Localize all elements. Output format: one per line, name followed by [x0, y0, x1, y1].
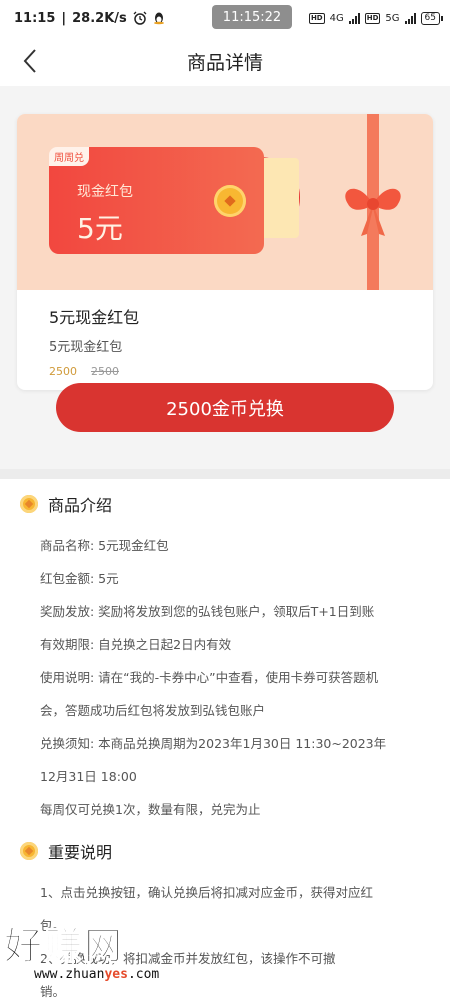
- intro-title: 商品介绍: [48, 496, 113, 515]
- product-subtitle: 5元现金红包: [49, 340, 123, 355]
- alarm-icon: [133, 11, 147, 25]
- status-right: HD 4G HD 5G 65: [308, 11, 444, 25]
- coin-bullet-icon: [20, 842, 38, 860]
- intro-line: 会，答题成功后红包将发放到弘钱包账户: [40, 703, 266, 718]
- battery-icon: 65: [420, 11, 444, 25]
- intro-line: 红包金额: 5元: [40, 571, 119, 586]
- notes-title: 重要说明: [48, 843, 113, 862]
- coin-bullet-icon: [20, 495, 38, 513]
- watermark-url-prefix: www.zhuan: [34, 967, 105, 982]
- product-area: 周周兑 现金红包 5元 5元现金红包 5元现金红包 2500 2500 2500…: [0, 86, 450, 469]
- banner-amount: 5元: [77, 212, 123, 245]
- note-line: 1、点击兑换按钮，确认兑换后将扣减对应金币，获得对应红: [40, 885, 373, 900]
- product-name: 5元现金红包: [49, 308, 140, 327]
- nav-header: 商品详情: [0, 36, 450, 86]
- status-speed: 28.2K/s: [72, 10, 127, 26]
- watermark-url-suffix: .com: [127, 967, 160, 982]
- gold-coin-icon: [214, 185, 246, 217]
- watermark-url: www.zhuanyes.com: [34, 967, 159, 982]
- product-intro-section: 商品介绍 商品名称: 5元现金红包 红包金额: 5元 奖励发放: 奖励将发放到您…: [0, 479, 450, 826]
- network-4g: 4G: [329, 12, 344, 24]
- watermark-logo-text: 好赚网: [3, 924, 125, 969]
- hd-badge-2: HD: [364, 12, 381, 24]
- intro-line: 奖励发放: 奖励将发放到您的弘钱包账户，领取后T+1日到账: [40, 604, 375, 619]
- page-title: 商品详情: [186, 51, 263, 74]
- network-5g: 5G: [385, 12, 400, 24]
- center-clock: 11:15:22: [212, 5, 292, 29]
- intro-line: 兑换须知: 本商品兑换周期为2023年1月30日 11:30~2023年: [40, 736, 387, 751]
- intro-line: 12月31日 18:00: [40, 769, 137, 784]
- intro-header: 商品介绍: [20, 479, 430, 529]
- intro-line: 商品名称: 5元现金红包: [40, 538, 169, 553]
- exchange-button[interactable]: 2500金币兑换: [56, 383, 394, 432]
- product-info: 5元现金红包 5元现金红包 2500 2500: [17, 290, 433, 390]
- weekly-tag: 周周兑: [49, 147, 89, 166]
- status-time: 11:15: [14, 10, 56, 26]
- product-card: 周周兑 现金红包 5元 5元现金红包 5元现金红包 2500 2500: [17, 114, 433, 390]
- qq-penguin-icon: [153, 12, 164, 25]
- banner-label: 现金红包: [77, 184, 133, 200]
- intro-line: 使用说明: 请在“我的-卡券中心”中查看，使用卡券可获答题机: [40, 670, 379, 685]
- current-price: 2500: [49, 365, 77, 378]
- price-row: 2500 2500: [49, 365, 401, 378]
- notes-header: 重要说明: [20, 826, 430, 876]
- status-bar: 11:15 | 28.2K/s 11:15:22 HD 4G HD 5G 65: [0, 0, 450, 36]
- status-divider: |: [61, 10, 67, 26]
- original-price: 2500: [91, 365, 119, 378]
- product-banner: 周周兑 现金红包 5元: [17, 114, 433, 290]
- site-watermark: 好赚网 www.zhuanyes.com: [0, 915, 200, 1000]
- intro-line: 每周仅可兑换1次，数量有限，兑完为止: [40, 802, 261, 817]
- watermark-url-accent: yes: [104, 967, 128, 982]
- intro-line: 有效期限: 自兑换之日起2日内有效: [40, 637, 232, 652]
- signal-icon-2: [404, 12, 416, 24]
- back-arrow-icon[interactable]: [18, 48, 44, 74]
- gift-bow-icon: [345, 188, 401, 236]
- status-left: 11:15 | 28.2K/s: [14, 11, 165, 26]
- hd-badge-1: HD: [308, 12, 325, 24]
- signal-icon-1: [348, 12, 360, 24]
- section-divider: [0, 469, 450, 479]
